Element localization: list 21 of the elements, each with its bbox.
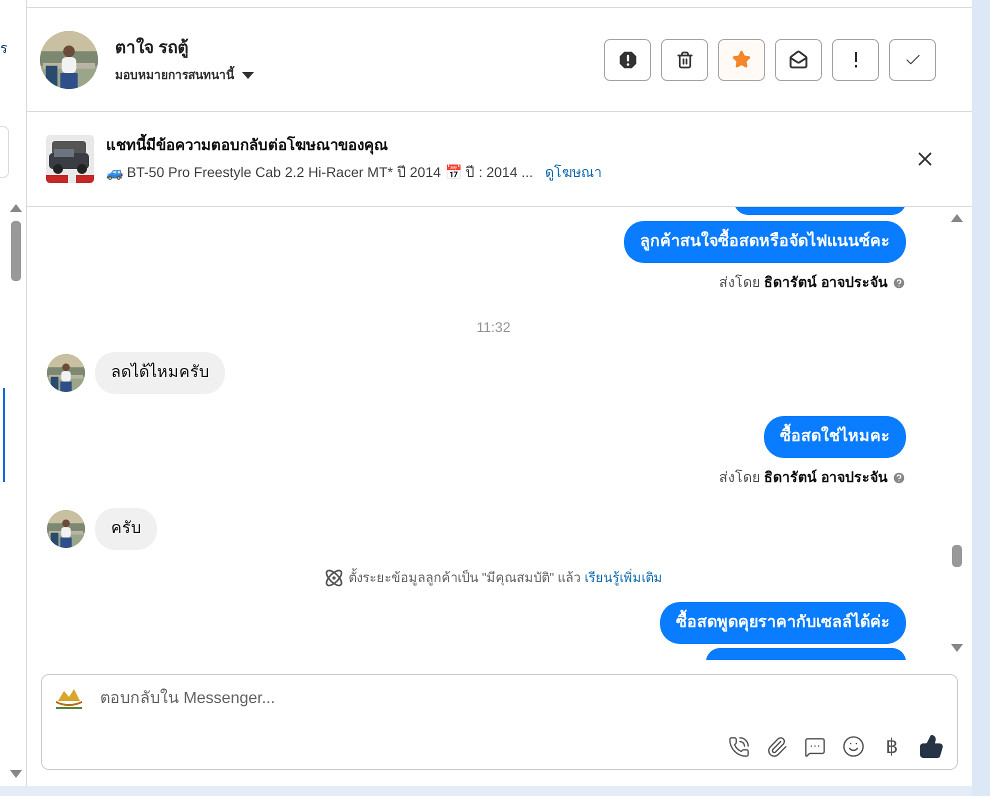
assign-dropdown[interactable]: มอบหมายการสนทนานี้ [115, 66, 254, 84]
outgoing-message: ลูกค้าสนใจซื้อสดหรือจัดไฟแนนซ์คะ [624, 221, 906, 263]
sender-name: ธิดารัตน์ อาจประจัน [764, 468, 888, 487]
status-note: ตั้งระยะข้อมูลลูกค้าเป็น "มีคุณสมบัติ" แล้ว [348, 568, 581, 588]
ad-reply-title: แชทนี้มีข้อความตอบกลับต่อโฆษณาของคุณ [106, 134, 602, 158]
sidebar-text: ร [0, 39, 8, 58]
message-input[interactable]: ตอบกลับใน Messenger... [100, 687, 947, 711]
sent-by-label: ส่งโดย [719, 273, 760, 292]
ad-summary: 🚙 BT-50 Pro Freestyle Cab 2.2 Hi-Racer MT* ปี 2014 📅 ปี : 2014 ... [106, 163, 534, 182]
contact-name: ตาใจ รถตู้ [115, 36, 190, 60]
outgoing-message: ซื้อสดพูดคุยราคากับเซลล์ได้ค่ะ [660, 602, 906, 644]
incoming-message: ลดได้ไหมครับ [95, 352, 225, 394]
learn-more-link[interactable]: เรียนรู้เพิ่มเติม [584, 568, 663, 588]
sender-name: ธิดารัตน์ อาจประจัน [764, 273, 888, 292]
outgoing-message: ซื้อสดใช่ไหมคะ [764, 416, 906, 458]
view-ad-link[interactable]: ดูโฆษณา [545, 162, 602, 184]
currency-button[interactable]: ฿ [881, 736, 903, 756]
incoming-message: ครับ [95, 508, 157, 550]
reply-composer[interactable]: ตอบกลับใน Messenger... ฿ [41, 674, 958, 770]
sent-by-label: ส่งโดย [719, 468, 760, 487]
timestamp: 11:32 [476, 318, 510, 337]
